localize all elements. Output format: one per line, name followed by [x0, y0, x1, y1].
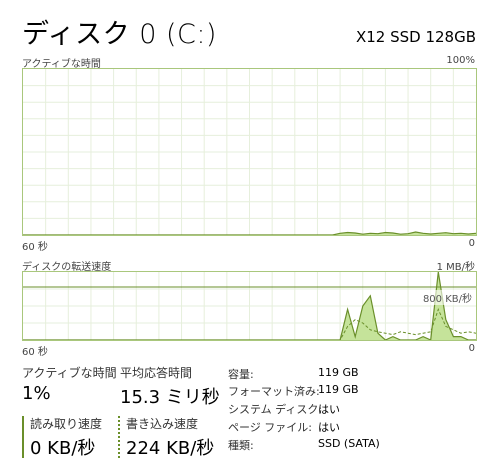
write-speed-indicator	[118, 416, 120, 458]
active-time-value: 1%	[22, 383, 51, 404]
capacity-key: 容量:	[228, 368, 254, 381]
formatted-value: 119 GB	[318, 383, 359, 396]
capacity-value: 119 GB	[318, 366, 359, 379]
read-speed-label: 読み取り速度	[30, 417, 103, 431]
formatted-key: フォーマット済み:	[228, 385, 320, 398]
avg-response-label: 平均応答時間	[120, 366, 193, 380]
active-time-chart	[22, 68, 477, 236]
type-key: 種類:	[228, 439, 254, 452]
active-time-svg	[23, 69, 477, 236]
avg-response-value: 15.3 ミリ秒	[120, 387, 220, 408]
page-file-key: ページ ファイル:	[228, 421, 312, 434]
active-time-label: アクティブな時間	[22, 366, 117, 380]
chart-transfer-x-right: 0	[468, 343, 475, 354]
page-title: ディスク 0 (C:)	[22, 19, 217, 50]
chart-transfer-x-left: 60 秒	[22, 347, 48, 358]
write-speed-label: 書き込み速度	[126, 417, 199, 431]
chart-active-max: 100%	[446, 55, 475, 66]
chart-transfer-ref-label: 800 KB/秒	[422, 290, 472, 305]
read-speed-value: 0 KB/秒	[30, 438, 96, 459]
chart-active-x-left: 60 秒	[22, 242, 48, 253]
type-value: SSD (SATA)	[318, 437, 380, 450]
system-disk-key: システム ディスク:	[228, 403, 323, 416]
transfer-rate-svg	[23, 271, 477, 341]
read-speed-indicator	[22, 416, 24, 458]
page-file-value: はい	[318, 421, 340, 434]
write-speed-value: 224 KB/秒	[126, 438, 215, 459]
device-name: X12 SSD 128GB	[355, 28, 476, 46]
chart-active-x-right: 0	[468, 238, 475, 249]
system-disk-value: はい	[318, 403, 340, 416]
transfer-rate-chart: 800 KB/秒	[22, 271, 477, 341]
